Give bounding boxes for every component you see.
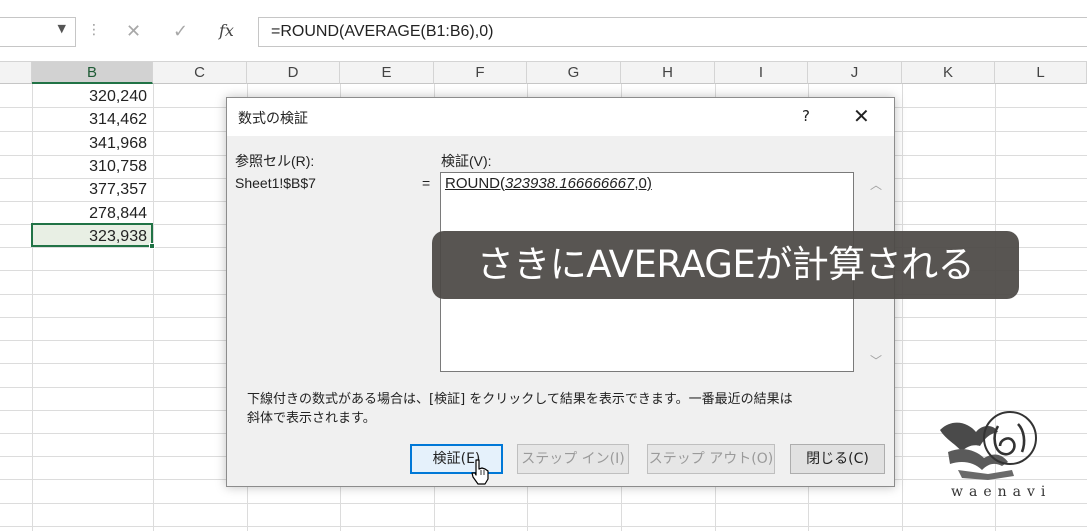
column-header-g[interactable]: G bbox=[527, 62, 621, 84]
column-header-f[interactable]: F bbox=[434, 62, 527, 84]
close-button[interactable]: 閉じる(C) bbox=[790, 444, 885, 474]
scroll-up-icon[interactable]: ︿ bbox=[870, 176, 882, 193]
enter-icon[interactable]: ✓ bbox=[173, 21, 188, 42]
evaluation-suffix: ,0) bbox=[634, 175, 652, 192]
evaluation-label: 検証(V): bbox=[441, 153, 492, 169]
name-box-dropdown-icon[interactable]: ▼ bbox=[58, 22, 66, 35]
close-icon[interactable]: ✕ bbox=[853, 104, 870, 128]
grid-line bbox=[0, 503, 1087, 504]
cancel-icon[interactable]: ✕ bbox=[126, 21, 141, 42]
column-header-k[interactable]: K bbox=[902, 62, 995, 84]
cell-b5[interactable]: 377,357 bbox=[33, 178, 147, 201]
dialog-title: 数式の検証 bbox=[238, 111, 308, 127]
grid-line bbox=[153, 84, 154, 531]
column-header-c[interactable]: C bbox=[153, 62, 247, 84]
reference-value: Sheet1!$B$7 bbox=[235, 175, 316, 191]
logo-text: waenavi bbox=[951, 484, 1052, 500]
evaluation-text: ROUND(323938.166666667,0) bbox=[445, 175, 652, 192]
help-note-line-1: 下線付きの数式がある場合は、[検証] をクリックして結果を表示できます。一番最近… bbox=[247, 392, 793, 407]
name-box[interactable]: ▼ bbox=[0, 17, 76, 47]
equals-sign: = bbox=[422, 175, 431, 191]
column-header-b[interactable]: B bbox=[32, 62, 153, 84]
column-header-j[interactable]: J bbox=[808, 62, 902, 84]
cell-b6[interactable]: 278,844 bbox=[33, 202, 147, 225]
grid-line bbox=[902, 84, 903, 531]
formula-bar-grip-icon: ⋮ bbox=[87, 22, 101, 38]
cell-b4[interactable]: 310,758 bbox=[33, 155, 147, 178]
step-out-button[interactable]: ステップ アウト(O) bbox=[647, 444, 775, 474]
cell-b7[interactable]: 323,938 bbox=[33, 225, 147, 248]
reference-label: 参照セル(R): bbox=[235, 153, 315, 169]
evaluation-result: 323938.166666667 bbox=[505, 175, 635, 192]
scroll-down-icon[interactable]: ﹀ bbox=[870, 352, 882, 369]
formula-bar: ▼ ⋮ ✕ ✓ fx =ROUND(AVERAGE(B1:B6),0) bbox=[0, 0, 1087, 62]
insert-function-icon[interactable]: fx bbox=[219, 21, 234, 40]
formula-input[interactable]: =ROUND(AVERAGE(B1:B6),0) bbox=[258, 17, 1087, 47]
column-header-h[interactable]: H bbox=[621, 62, 715, 84]
column-header-i[interactable]: I bbox=[715, 62, 808, 84]
help-note-line-2: 斜体で表示されます。 bbox=[247, 411, 376, 426]
step-in-button[interactable]: ステップ イン(I) bbox=[517, 444, 629, 474]
cell-b1[interactable]: 320,240 bbox=[33, 85, 147, 108]
evaluation-prefix: ROUND( bbox=[445, 175, 505, 192]
fill-handle[interactable] bbox=[149, 243, 155, 249]
column-header-l[interactable]: L bbox=[995, 62, 1087, 84]
mouse-cursor-icon bbox=[471, 459, 489, 485]
waenavi-logo-icon bbox=[940, 411, 1037, 480]
column-header-e[interactable]: E bbox=[340, 62, 434, 84]
video-caption: さきにAVERAGEが計算される bbox=[432, 231, 1019, 299]
column-header-d[interactable]: D bbox=[247, 62, 340, 84]
help-note: 下線付きの数式がある場合は、[検証] をクリックして結果を表示できます。一番最近… bbox=[247, 390, 847, 428]
grid-line bbox=[0, 526, 1087, 527]
cell-b2[interactable]: 314,462 bbox=[33, 108, 147, 131]
column-header-a[interactable] bbox=[0, 62, 32, 84]
help-button[interactable]: ? bbox=[802, 107, 810, 125]
dialog-title-bar[interactable]: 数式の検証 ? ✕ bbox=[227, 98, 894, 136]
cell-b3[interactable]: 341,968 bbox=[33, 132, 147, 155]
